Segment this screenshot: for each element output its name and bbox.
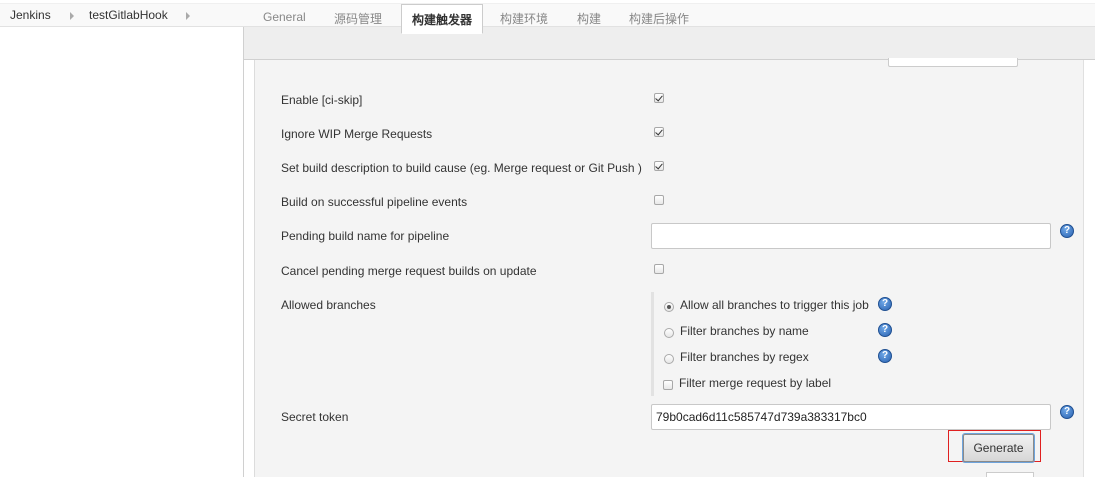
tab-general[interactable]: General xyxy=(263,10,306,24)
partial-select-field[interactable] xyxy=(888,58,1018,67)
ignore-wip-label: Ignore WIP Merge Requests xyxy=(281,127,433,141)
help-icon[interactable]: ? xyxy=(878,349,892,363)
pending-build-name-label: Pending build name for pipeline xyxy=(281,229,450,243)
cancel-pending-label: Cancel pending merge request builds on u… xyxy=(281,264,537,278)
allowed-branches-label: Allowed branches xyxy=(281,298,376,312)
help-icon[interactable]: ? xyxy=(878,297,892,311)
generate-button[interactable]: Generate xyxy=(963,434,1034,462)
pipeline-events-label: Build on successful pipeline events xyxy=(281,195,468,209)
config-tab-bar xyxy=(244,27,1095,60)
pipeline-events-checkbox[interactable] xyxy=(654,195,664,205)
breadcrumb-separator-icon[interactable] xyxy=(70,12,74,20)
tab-build-triggers[interactable]: 构建触发器 xyxy=(401,4,484,34)
ci-skip-label: Enable [ci-skip] xyxy=(281,93,363,107)
breadcrumb-jenkins[interactable]: Jenkins xyxy=(10,8,51,22)
ci-skip-checkbox[interactable] xyxy=(654,93,664,103)
tab-source-code[interactable]: 源码管理 xyxy=(334,10,382,27)
pending-build-name-input[interactable] xyxy=(651,223,1051,249)
allow-all-branches-label[interactable]: Allow all branches to trigger this job xyxy=(680,298,869,312)
help-icon[interactable]: ? xyxy=(1060,224,1074,238)
breadcrumb-job[interactable]: testGitlabHook xyxy=(89,8,168,22)
allow-all-branches-radio[interactable] xyxy=(664,302,674,312)
build-description-label: Set build description to build cause (eg… xyxy=(281,161,642,175)
filter-by-label-label[interactable]: Filter merge request by label xyxy=(679,376,831,390)
breadcrumb-separator-icon[interactable] xyxy=(186,12,190,20)
cancel-pending-checkbox[interactable] xyxy=(654,264,664,274)
filter-by-name-radio[interactable] xyxy=(664,328,674,338)
tab-post-build[interactable]: 构建后操作 xyxy=(629,10,689,27)
help-icon[interactable]: ? xyxy=(1060,405,1074,419)
secret-token-label: Secret token xyxy=(281,410,349,424)
help-icon[interactable]: ? xyxy=(878,323,892,337)
ignore-wip-checkbox[interactable] xyxy=(654,127,664,137)
filter-by-regex-label[interactable]: Filter branches by regex xyxy=(680,350,809,364)
secret-token-input[interactable] xyxy=(651,404,1051,430)
filter-by-regex-radio[interactable] xyxy=(664,354,674,364)
tab-build-environment[interactable]: 构建环境 xyxy=(500,10,548,27)
filter-by-name-label[interactable]: Filter branches by name xyxy=(680,324,809,338)
tab-build[interactable]: 构建 xyxy=(577,10,601,27)
partial-button[interactable] xyxy=(986,472,1034,477)
build-description-checkbox[interactable] xyxy=(654,161,664,171)
filter-by-label-checkbox[interactable] xyxy=(663,380,673,390)
